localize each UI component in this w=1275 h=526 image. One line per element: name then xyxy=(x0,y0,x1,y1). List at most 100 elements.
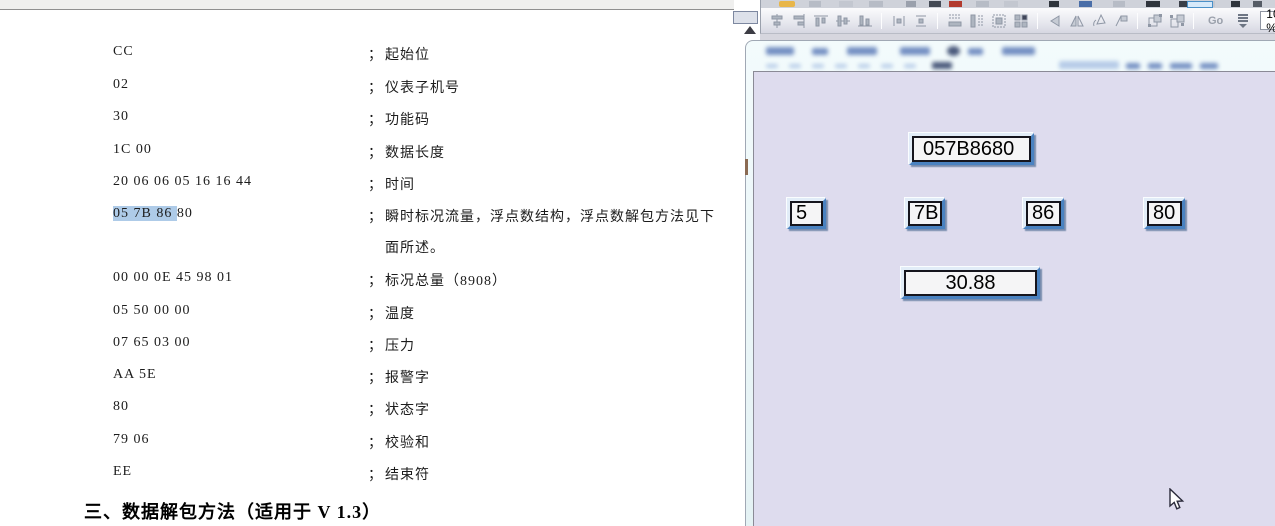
row-label: 起始位 xyxy=(385,44,430,64)
protocol-row: 20 06 06 05 16 16 44 ； 时间 xyxy=(0,174,760,194)
row-label: 标况总量（8908） xyxy=(385,270,507,290)
protocol-row: EE ； 结束符 xyxy=(0,464,760,484)
blurred-toolbar-item[interactable] xyxy=(812,64,824,68)
mouse-cursor xyxy=(1166,488,1188,517)
blurred-toolbar-item[interactable] xyxy=(1148,63,1162,69)
align-right-icon[interactable] xyxy=(790,12,807,29)
separator: ； xyxy=(368,399,382,419)
hex-bytes: 80 xyxy=(113,399,129,415)
hex-full-display[interactable]: 057B8680 xyxy=(909,133,1034,165)
separator: ； xyxy=(368,142,382,162)
byte-display-3[interactable]: 86 xyxy=(1023,198,1064,229)
flip-horizontal-icon[interactable] xyxy=(1068,12,1085,29)
toolbar-fragment xyxy=(1146,1,1160,7)
separator: ； xyxy=(368,303,382,323)
screen: CC ； 起始位 02 ； 仪表子机号 30 ； 功能码 1C 00 ； 数据长… xyxy=(0,0,1275,526)
toolbar-fragment xyxy=(976,1,989,7)
flip-left-icon[interactable] xyxy=(1046,12,1063,29)
blurred-toolbar-item[interactable] xyxy=(789,64,801,68)
hex-bytes: 00 00 0E 45 98 01 xyxy=(113,270,233,286)
blurred-toolbar-item[interactable] xyxy=(766,64,778,68)
blurred-menu-item[interactable] xyxy=(812,48,828,55)
byte-display-2[interactable]: 7B xyxy=(905,198,945,229)
protocol-row: 1C 00 ； 数据长度 xyxy=(0,142,760,162)
scrollbar-thumb[interactable] xyxy=(733,11,758,24)
hex-bytes: 05 50 00 00 xyxy=(113,303,191,319)
same-height-icon[interactable] xyxy=(968,12,985,29)
hex-bytes: EE xyxy=(113,464,132,480)
row-label: 温度 xyxy=(385,303,415,323)
protocol-row: 79 06 ； 校验和 xyxy=(0,432,760,452)
align-center-icon[interactable] xyxy=(768,12,785,29)
blurred-menu-item[interactable] xyxy=(900,47,930,55)
hex-bytes: 02 xyxy=(113,77,129,93)
hex-full-value: 057B8680 xyxy=(912,136,1031,162)
decoded-result-display[interactable]: 30.88 xyxy=(901,267,1040,299)
selected-tool[interactable] xyxy=(1187,1,1213,8)
alignment-toolbar: Go 100 % xyxy=(760,8,1275,34)
window-edge-grip[interactable] xyxy=(745,159,748,175)
toolbar-fragment xyxy=(869,1,883,7)
space-vertical-icon[interactable] xyxy=(912,12,929,29)
toolbar-fragment xyxy=(1253,1,1262,7)
protocol-row-highlighted: 05 7B 86 80 ； 瞬时标况流量，浮点数结构，浮点数解包方法见下 xyxy=(0,206,760,226)
row-label: 校验和 xyxy=(385,432,430,452)
separator: ； xyxy=(368,432,382,452)
blurred-toolbar-item[interactable] xyxy=(835,64,847,68)
separator: ； xyxy=(368,206,382,226)
ungroup-icon[interactable] xyxy=(1168,12,1185,29)
blurred-toolbar-item[interactable] xyxy=(881,64,893,68)
row-label: 功能码 xyxy=(385,109,430,129)
scroll-up-arrow-icon[interactable] xyxy=(744,26,756,34)
blurred-menu-item[interactable] xyxy=(847,47,877,55)
toolbar-fragment xyxy=(1231,1,1240,7)
align-bottom-icon[interactable] xyxy=(856,12,873,29)
separator: ； xyxy=(368,367,382,387)
toolbar-separator xyxy=(1137,13,1138,29)
same-width-icon[interactable] xyxy=(946,12,963,29)
row-label: 面所述。 xyxy=(385,237,445,257)
decoded-result-value: 30.88 xyxy=(904,270,1037,296)
clipped-toolbar-row xyxy=(760,0,1275,8)
row-label: 瞬时标况流量，浮点数结构，浮点数解包方法见下 xyxy=(385,206,715,226)
byte-display-1[interactable]: 5 xyxy=(787,198,826,229)
toolbar-fragment xyxy=(929,1,941,7)
blurred-menu-item[interactable] xyxy=(947,46,960,56)
rotate-icon[interactable] xyxy=(1090,12,1107,29)
blurred-menu-item[interactable] xyxy=(1002,47,1035,55)
toolbar-fragment xyxy=(949,1,962,7)
protocol-row: 80 ； 状态字 xyxy=(0,399,760,419)
row-label: 结束符 xyxy=(385,464,430,484)
toolbar-fragment xyxy=(906,1,916,7)
separator: ； xyxy=(368,464,382,484)
space-horizontal-icon[interactable] xyxy=(890,12,907,29)
blurred-toolbar-item[interactable] xyxy=(1126,63,1140,69)
protocol-row: 02 ； 仪表子机号 xyxy=(0,77,760,97)
align-top-icon[interactable] xyxy=(812,12,829,29)
zoom-level-field[interactable]: 100 % xyxy=(1260,11,1275,30)
hex-bytes: 79 06 xyxy=(113,432,150,448)
blurred-menu-item[interactable] xyxy=(968,48,983,55)
hex-bytes: 30 xyxy=(113,109,129,125)
blurred-toolbar-item[interactable] xyxy=(1059,61,1119,69)
blurred-toolbar-item[interactable] xyxy=(904,64,916,68)
group-icon[interactable] xyxy=(1146,12,1163,29)
byte-display-4[interactable]: 80 xyxy=(1144,198,1185,229)
pin-icon[interactable] xyxy=(1112,12,1129,29)
blurred-menu-item[interactable] xyxy=(766,47,794,55)
protocol-row: AA 5E ； 报警字 xyxy=(0,367,760,387)
blurred-toolbar-item[interactable] xyxy=(858,64,870,68)
blurred-toolbar-item[interactable] xyxy=(1170,63,1192,69)
same-size-icon[interactable] xyxy=(990,12,1007,29)
row-label: 压力 xyxy=(385,335,415,355)
blurred-toolbar-item[interactable] xyxy=(1200,63,1218,69)
hex-bytes: 20 06 06 05 16 16 44 xyxy=(113,174,252,190)
hex-bytes: AA 5E xyxy=(113,367,157,383)
scroll-order-icon[interactable] xyxy=(1234,12,1251,29)
blurred-toolbar-item[interactable] xyxy=(932,62,952,69)
grid-snap-icon[interactable] xyxy=(1012,12,1029,29)
align-middle-icon[interactable] xyxy=(834,12,851,29)
go-button[interactable]: Go xyxy=(1202,15,1229,27)
row-label: 数据长度 xyxy=(385,142,445,162)
designer-canvas[interactable]: 057B8680 5 7B 86 80 30.88 xyxy=(753,71,1275,526)
